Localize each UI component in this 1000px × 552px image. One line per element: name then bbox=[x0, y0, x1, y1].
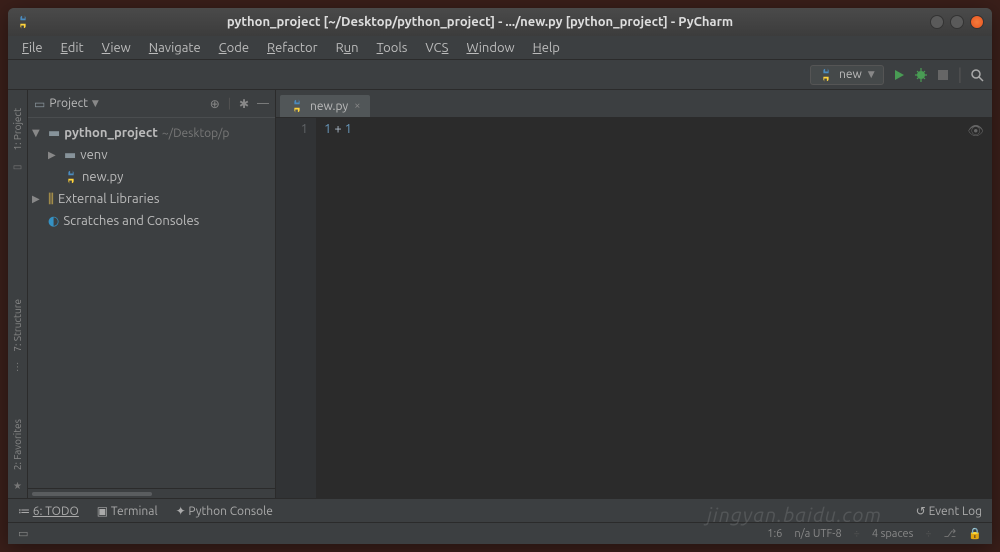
tree-item-label: Scratches and Consoles bbox=[63, 214, 199, 228]
settings-icon[interactable]: ✱ bbox=[239, 97, 249, 111]
tree-scratches[interactable]: ◐ Scratches and Consoles bbox=[28, 210, 275, 232]
folder-icon: ▬ bbox=[64, 148, 76, 163]
line-number-gutter: 1 bbox=[276, 118, 316, 498]
menu-vcs[interactable]: VCS bbox=[417, 39, 456, 57]
tree-root-name: python_project bbox=[64, 126, 158, 140]
git-branch-icon[interactable]: ⎇ bbox=[944, 527, 957, 540]
gutter-structure[interactable]: 7: Structure bbox=[12, 293, 23, 358]
status-toggle-icon[interactable]: ▭ bbox=[18, 527, 28, 540]
menu-window[interactable]: Window bbox=[458, 39, 522, 57]
run-config-selector[interactable]: new ▼ bbox=[810, 65, 884, 85]
menu-view[interactable]: View bbox=[94, 39, 139, 57]
dropdown-arrow-icon[interactable]: ▼ bbox=[92, 98, 99, 109]
run-button[interactable] bbox=[892, 68, 906, 82]
caret-position[interactable]: 1:6 bbox=[767, 528, 782, 540]
project-view-icon: ▭ bbox=[34, 97, 45, 111]
tree-file-newpy[interactable]: new.py bbox=[28, 166, 275, 188]
menu-edit[interactable]: Edit bbox=[53, 39, 92, 57]
expand-arrow-icon[interactable]: ▶ bbox=[32, 193, 44, 205]
dropdown-arrow-icon: ▼ bbox=[868, 69, 875, 80]
menu-file[interactable]: File bbox=[14, 39, 51, 57]
indent-setting[interactable]: 4 spaces bbox=[872, 528, 914, 540]
window-controls bbox=[930, 15, 984, 29]
gutter-favorites[interactable]: 2: Favorites bbox=[12, 413, 23, 476]
lock-icon[interactable]: 🔒 bbox=[968, 527, 982, 540]
scratch-icon: ◐ bbox=[48, 214, 59, 229]
tree-root[interactable]: ▼ ▬ python_project ~/Desktop/p bbox=[28, 122, 275, 144]
tree-item-label: External Libraries bbox=[58, 192, 160, 206]
code-content[interactable]: 1 + 1 bbox=[316, 118, 992, 498]
line-number: 1 bbox=[276, 122, 308, 136]
code-editor[interactable]: 1 1 + 1 👁 bbox=[276, 118, 992, 498]
gutter-icon[interactable]: ▭ bbox=[13, 161, 22, 173]
tree-folder-venv[interactable]: ▶ ▬ venv bbox=[28, 144, 275, 166]
tree-external-libraries[interactable]: ▶ ⫼ External Libraries bbox=[28, 188, 275, 210]
menu-refactor[interactable]: Refactor bbox=[259, 39, 326, 57]
left-tool-gutter: 1: Project ▭ 7: Structure ⋮ 2: Favorites… bbox=[8, 90, 28, 498]
expand-arrow-icon[interactable]: ▶ bbox=[48, 149, 60, 161]
tree-item-label: venv bbox=[80, 148, 107, 162]
maximize-button[interactable] bbox=[950, 15, 964, 29]
app-icon bbox=[16, 15, 30, 29]
search-button[interactable] bbox=[970, 68, 984, 82]
code-line[interactable]: 1 + 1 bbox=[324, 122, 992, 136]
horizontal-scrollbar[interactable] bbox=[28, 488, 275, 498]
editor-tabs: new.py × bbox=[276, 90, 992, 118]
menu-run[interactable]: Run bbox=[328, 39, 367, 57]
event-log-tool[interactable]: ↺ Event Log bbox=[916, 504, 982, 518]
python-file-icon bbox=[64, 170, 78, 184]
bottom-tool-bar: ≔ 6: TODO ▣ Terminal ✦ Python Console ↺ … bbox=[8, 498, 992, 522]
collapse-icon[interactable]: — bbox=[257, 97, 269, 111]
file-encoding[interactable]: n/a UTF-8 bbox=[794, 528, 841, 540]
project-panel-title[interactable]: Project bbox=[49, 97, 88, 110]
menu-bar: File Edit View Navigate Code Refactor Ru… bbox=[8, 36, 992, 60]
python-file-icon bbox=[290, 99, 304, 113]
window-title: python_project [~/Desktop/python_project… bbox=[30, 15, 930, 29]
library-icon: ⫼ bbox=[48, 192, 54, 207]
editor-tab-newpy[interactable]: new.py × bbox=[280, 95, 370, 117]
gutter-project[interactable]: 1: Project bbox=[12, 102, 23, 157]
python-icon bbox=[819, 68, 833, 82]
tree-root-path: ~/Desktop/p bbox=[162, 127, 230, 140]
menu-navigate[interactable]: Navigate bbox=[141, 39, 209, 57]
folder-icon: ▬ bbox=[48, 126, 60, 141]
window-titlebar: python_project [~/Desktop/python_project… bbox=[8, 8, 992, 36]
menu-help[interactable]: Help bbox=[525, 39, 568, 57]
locate-icon[interactable]: ⊕ bbox=[210, 97, 220, 111]
debug-button[interactable] bbox=[914, 68, 928, 82]
tree-item-label: new.py bbox=[82, 170, 123, 184]
tab-close-icon[interactable]: × bbox=[354, 100, 360, 112]
project-tool-window: ▭ Project ▼ ⊕ | ✱ — ▼ ▬ python_project ~… bbox=[28, 90, 276, 498]
expand-arrow-icon[interactable]: ▼ bbox=[32, 127, 44, 139]
stop-button[interactable] bbox=[936, 68, 950, 82]
gutter-icon[interactable]: ⋮ bbox=[13, 361, 23, 373]
toolbar: new ▼ | bbox=[8, 60, 992, 90]
status-bar: ▭ 1:6 n/a UTF-8 ÷ 4 spaces ÷ ⎇ 🔒 bbox=[8, 522, 992, 544]
menu-tools[interactable]: Tools bbox=[369, 39, 416, 57]
project-tree[interactable]: ▼ ▬ python_project ~/Desktop/p ▶ ▬ venv … bbox=[28, 118, 275, 488]
terminal-tool[interactable]: ▣ Terminal bbox=[97, 504, 158, 518]
inspection-eye-icon[interactable]: 👁 bbox=[967, 124, 984, 139]
todo-tool[interactable]: ≔ 6: TODO bbox=[18, 504, 79, 518]
menu-code[interactable]: Code bbox=[211, 39, 257, 57]
close-button[interactable] bbox=[970, 15, 984, 29]
tab-label: new.py bbox=[310, 100, 348, 113]
python-console-tool[interactable]: ✦ Python Console bbox=[176, 504, 273, 518]
run-config-name: new bbox=[839, 68, 862, 81]
minimize-button[interactable] bbox=[930, 15, 944, 29]
star-icon[interactable]: ★ bbox=[13, 480, 22, 492]
